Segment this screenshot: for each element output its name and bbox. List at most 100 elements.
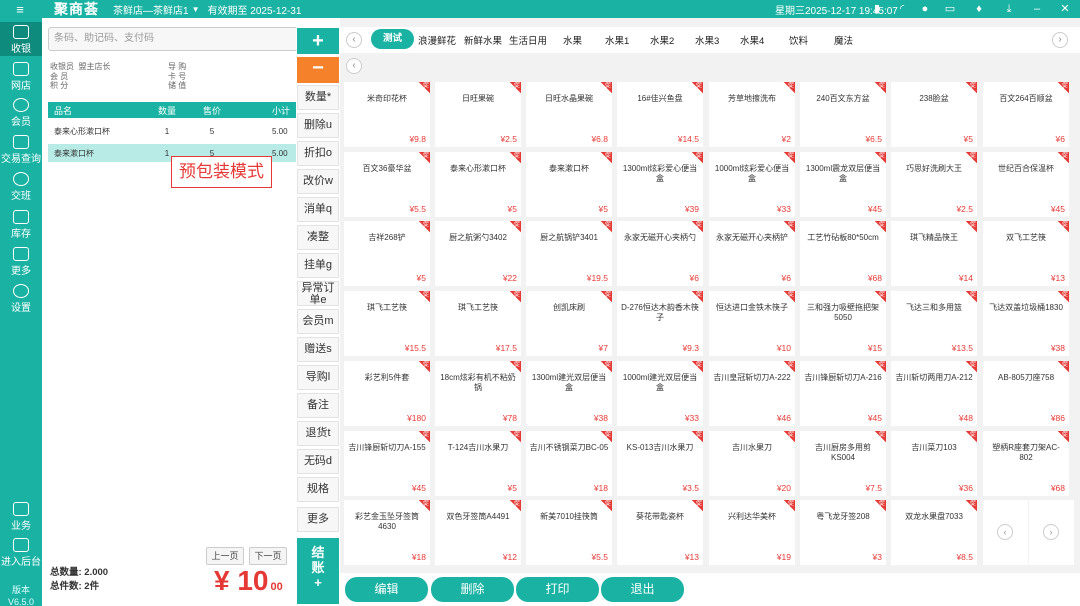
hold-order-button[interactable]: 挂单g	[297, 253, 339, 278]
product-card[interactable]: 促琪飞精品筷王 ¥14	[891, 221, 977, 286]
tab-9[interactable]: 饮料	[789, 33, 808, 47]
product-card[interactable]: 促泰来心形漱口杯 ¥5	[435, 152, 521, 217]
nav-online-store[interactable]: 网店	[0, 62, 42, 92]
product-card[interactable]: 促飞达双盖垃圾桶1830 ¥38	[983, 291, 1069, 356]
product-card[interactable]: 促米奇印花杯 ¥9.8	[344, 82, 430, 147]
product-card[interactable]: 促琪飞工艺筷 ¥15.5	[344, 291, 430, 356]
battery-icon[interactable]: ▮	[870, 2, 884, 16]
product-card[interactable]: 促 1000ml建光双层便当盒 ¥33	[617, 361, 703, 426]
tab-5[interactable]: 水果1	[605, 33, 629, 47]
product-card[interactable]: 促粤飞龙牙签208 ¥3	[800, 500, 886, 565]
product-card[interactable]: 促百文264百顺盆 ¥6	[983, 82, 1069, 147]
product-card[interactable]: 促吉川水果刀 ¥20	[709, 431, 795, 496]
no-barcode-button[interactable]: 无码d	[297, 449, 339, 474]
tab-2[interactable]: 新鲜水果	[464, 33, 502, 47]
more-button[interactable]: 更多	[297, 507, 339, 532]
chevron-right-icon[interactable]: ›	[1043, 524, 1059, 540]
chat-icon[interactable]: ●	[918, 2, 932, 16]
subcategory-prev-icon[interactable]: ‹	[346, 58, 362, 74]
return-button[interactable]: 退货t	[297, 421, 339, 446]
product-card[interactable]: 促 T-124吉川水果刀 ¥5	[435, 431, 521, 496]
product-card[interactable]: 促泰来漱口杯 ¥5	[526, 152, 612, 217]
chevron-down-icon[interactable]: ▼	[192, 5, 200, 14]
shirt-icon[interactable]: ♦	[972, 2, 986, 16]
product-card[interactable]: 促三和强力吸壁拖把架5050 ¥15	[800, 291, 886, 356]
product-card[interactable]: 促吉川菜刀103 ¥36	[891, 431, 977, 496]
signal-icon[interactable]: ◜	[895, 2, 909, 16]
grid-next-page[interactable]: ›	[1029, 500, 1074, 565]
round-button[interactable]: 凑整	[297, 225, 339, 250]
menu-icon[interactable]: ≡	[0, 2, 40, 17]
nav-member[interactable]: 会员	[0, 98, 42, 128]
product-card[interactable]: 促吉川厨房多用剪KS004 ¥7.5	[800, 431, 886, 496]
product-card[interactable]: 促厨之航粥勺3402 ¥22	[435, 221, 521, 286]
subtract-button[interactable]: −	[297, 57, 339, 83]
discount-button[interactable]: 折扣o	[297, 141, 339, 166]
product-card[interactable]: 促百文36豪华盆 ¥5.5	[344, 152, 430, 217]
store-name[interactable]: 茶鲜店—茶鲜店1	[113, 2, 189, 17]
member-label[interactable]: 会 员	[50, 72, 110, 82]
tab-10[interactable]: 魔法	[834, 33, 853, 47]
tabs-prev-icon[interactable]: ‹	[346, 32, 362, 48]
gift-button[interactable]: 赠送s	[297, 337, 339, 362]
product-card[interactable]: 促 238脸盆 ¥5	[891, 82, 977, 147]
download-icon[interactable]: ⤓	[1002, 2, 1016, 16]
product-card[interactable]: 促巧思好洗刷大王 ¥2.5	[891, 152, 977, 217]
tab-7[interactable]: 水果3	[695, 33, 719, 47]
chevron-left-icon[interactable]: ‹	[997, 524, 1013, 540]
add-button[interactable]: +	[297, 28, 339, 54]
product-card[interactable]: 促日旺水晶果碗 ¥6.8	[526, 82, 612, 147]
product-card[interactable]: 促 1000ml炫彩爱心便当盒 ¥33	[709, 152, 795, 217]
product-card[interactable]: 促双色牙签筒A4491 ¥12	[435, 500, 521, 565]
guide-label[interactable]: 导 购	[168, 62, 186, 72]
member-button[interactable]: 会员m	[297, 309, 339, 334]
tab-1[interactable]: 浪漫鲜花	[418, 33, 456, 47]
minimize-icon[interactable]: –	[1030, 2, 1044, 16]
product-card[interactable]: 促 D-276恒达木韵香木筷子 ¥9.3	[617, 291, 703, 356]
product-card[interactable]: 促琪飞工艺筷 ¥17.5	[435, 291, 521, 356]
product-card[interactable]: 促创凯床刷 ¥7	[526, 291, 612, 356]
product-card[interactable]: 促彩艺金玉坠牙签筒4630 ¥18	[344, 500, 430, 565]
exception-order-button[interactable]: 异常订单e	[297, 281, 339, 306]
edit-button[interactable]: 编辑	[345, 577, 428, 602]
delete-button[interactable]: 删除	[431, 577, 514, 602]
product-card[interactable]: 促 KS-013吉川水果刀 ¥3.5	[617, 431, 703, 496]
nav-shift[interactable]: 交班	[0, 172, 42, 202]
product-card[interactable]: 促兴利达华美杯 ¥19	[709, 500, 795, 565]
product-card[interactable]: 促双飞工艺筷 ¥13	[983, 221, 1069, 286]
table-row[interactable]: 泰来心形漱口杯 1 5 5.00	[48, 122, 332, 140]
nav-transactions[interactable]: 交易查询	[0, 135, 42, 165]
exit-button[interactable]: 退出	[601, 577, 684, 602]
change-price-button[interactable]: 改价w	[297, 169, 339, 194]
product-card[interactable]: 促日旺果碗 ¥2.5	[435, 82, 521, 147]
search-input[interactable]: 条码、助记码、支付码	[48, 27, 333, 51]
print-button[interactable]: 打印	[516, 577, 599, 602]
product-card[interactable]: 促 AB-805刀座758 ¥86	[983, 361, 1069, 426]
product-card[interactable]: 促厨之航锅铲3401 ¥19.5	[526, 221, 612, 286]
product-card[interactable]: 促世纪百合保温杯 ¥45	[983, 152, 1069, 217]
product-card[interactable]: 促 1300ml建光双层便当盒 ¥38	[526, 361, 612, 426]
product-card[interactable]: 促芳草地擦洗布 ¥2	[709, 82, 795, 147]
product-card[interactable]: 促葵花带匙瓷杯 ¥13	[617, 500, 703, 565]
nav-inventory[interactable]: 库存	[0, 210, 42, 240]
product-card[interactable]: 促 1300ml震龙双层便当盒 ¥45	[800, 152, 886, 217]
product-card[interactable]: 促飞达三和多用篮 ¥13.5	[891, 291, 977, 356]
spec-button[interactable]: 规格	[297, 477, 339, 502]
tab-8[interactable]: 水果4	[740, 33, 764, 47]
product-card[interactable]: 促 16#佳兴鱼盘 ¥14.5	[617, 82, 703, 147]
guide-button[interactable]: 导购l	[297, 365, 339, 390]
product-card[interactable]: 促吉川锋厨斩切刀A-216 ¥45	[800, 361, 886, 426]
close-icon[interactable]: ✕	[1058, 2, 1072, 16]
tab-0[interactable]: 测试	[371, 29, 414, 49]
nav-business[interactable]: 业务	[0, 502, 42, 532]
keyboard-icon[interactable]: ▭	[943, 2, 957, 16]
product-card[interactable]: 促永家无磁开心夹柄铲 ¥6	[709, 221, 795, 286]
product-card[interactable]: 促吉川皇冠斩切刀A-222 ¥46	[709, 361, 795, 426]
checkout-button[interactable]: 结 账 +	[297, 538, 339, 604]
nav-more[interactable]: 更多	[0, 247, 42, 277]
product-card[interactable]: 促吉川斩切两用刀A-212 ¥48	[891, 361, 977, 426]
delete-item-button[interactable]: 删除u	[297, 113, 339, 138]
nav-settings[interactable]: 设置	[0, 284, 42, 314]
nav-backend[interactable]: 进入后台	[0, 538, 42, 568]
nav-cashier[interactable]: 收银	[0, 22, 42, 56]
